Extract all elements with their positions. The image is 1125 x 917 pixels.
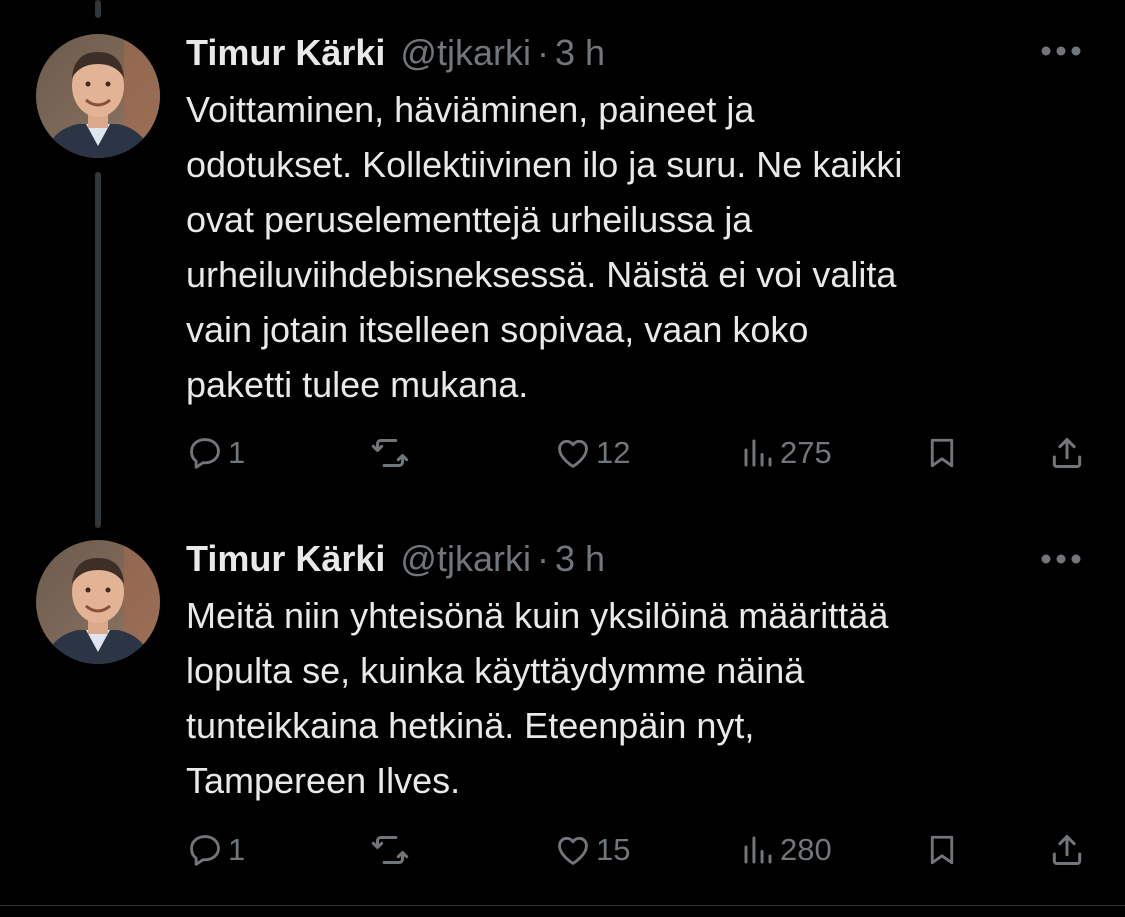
reply-button[interactable]: 1 (186, 428, 245, 478)
like-button[interactable]: 15 (554, 825, 630, 875)
retweet-icon (371, 439, 409, 467)
tweet-header: Timur Kärki @tjkarki · 3 h (186, 538, 605, 580)
tweet-header: Timur Kärki @tjkarki · 3 h (186, 32, 605, 74)
tweet-text: Meitä niin yhteisönä kuin yksilöinä määr… (186, 595, 889, 801)
views-bar-icon (744, 439, 772, 467)
reply-count: 1 (228, 435, 246, 470)
tweet[interactable]: Timur Kärki @tjkarki · 3 h Meitä niin yh… (0, 510, 1125, 900)
bookmark-icon (930, 835, 954, 865)
retweet-icon (371, 836, 409, 864)
like-button[interactable]: 12 (554, 428, 630, 478)
tweet[interactable]: Timur Kärki @tjkarki · 3 h Voittaminen, … (0, 0, 1125, 500)
display-name[interactable]: Timur Kärki (186, 538, 385, 580)
heart-icon (558, 439, 588, 468)
views-button[interactable]: 280 (740, 825, 832, 875)
avatar[interactable] (36, 34, 160, 158)
divider (0, 905, 1125, 906)
share-icon (1052, 438, 1082, 468)
more-horizontal-icon[interactable] (1039, 552, 1083, 566)
user-handle[interactable]: @tjkarki (400, 32, 531, 74)
user-handle[interactable]: @tjkarki (400, 538, 531, 580)
heart-icon (558, 836, 588, 865)
bookmark-button[interactable] (924, 825, 960, 875)
views-bar-icon (744, 836, 772, 864)
separator-dot: · (536, 32, 549, 73)
timestamp[interactable]: 3 h (555, 538, 605, 580)
bookmark-button[interactable] (924, 428, 960, 478)
separator-dot: · (536, 538, 549, 579)
reply-button[interactable]: 1 (186, 825, 245, 875)
bookmark-icon (930, 438, 954, 468)
like-count: 15 (596, 832, 631, 867)
tweet-text: Voittaminen, häviäminen, paineet ja odot… (186, 89, 903, 405)
share-icon (1052, 835, 1082, 865)
timestamp[interactable]: 3 h (555, 32, 605, 74)
retweet-button[interactable] (370, 825, 410, 875)
reply-bubble-icon (190, 835, 220, 866)
view-count: 280 (780, 832, 832, 867)
share-button[interactable] (1048, 428, 1086, 478)
display-name[interactable]: Timur Kärki (186, 32, 385, 74)
like-count: 12 (596, 435, 631, 470)
tweet-actions: 1 15 280 (186, 825, 1086, 875)
view-count: 275 (780, 435, 832, 470)
more-horizontal-icon[interactable] (1039, 44, 1083, 58)
views-button[interactable]: 275 (740, 428, 832, 478)
share-button[interactable] (1048, 825, 1086, 875)
tweet-actions: 1 12 275 (186, 428, 1086, 478)
retweet-button[interactable] (370, 428, 410, 478)
avatar[interactable] (36, 540, 160, 664)
reply-count: 1 (228, 832, 246, 867)
reply-bubble-icon (190, 438, 220, 469)
